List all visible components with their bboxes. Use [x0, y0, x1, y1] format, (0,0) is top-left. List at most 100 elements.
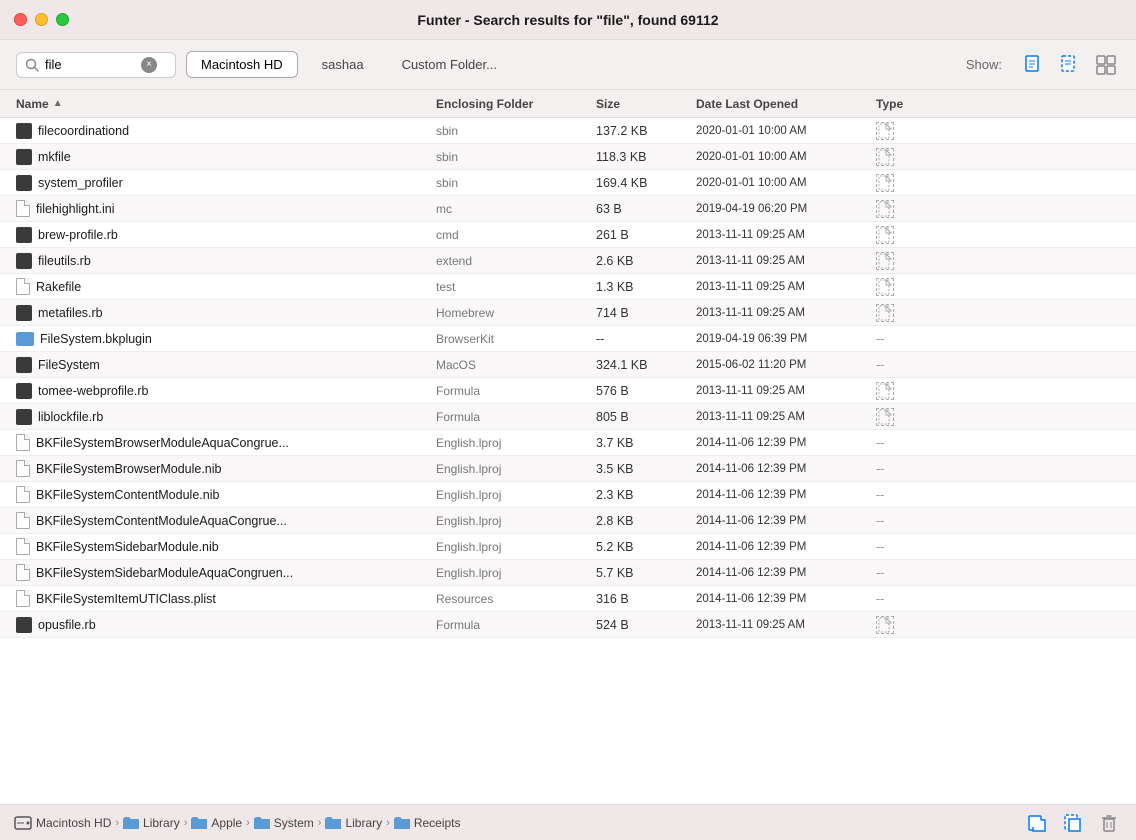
- file-name: opusfile.rb: [38, 618, 96, 632]
- cell-size: 3.5 KB: [596, 462, 696, 476]
- close-button[interactable]: [14, 13, 27, 26]
- type-icon: [876, 226, 894, 244]
- cell-date: 2014-11-06 12:39 PM: [696, 463, 876, 475]
- cell-name: FileSystem: [16, 357, 436, 373]
- col-header-folder[interactable]: Enclosing Folder: [436, 97, 596, 111]
- table-row[interactable]: tomee-webprofile.rb Formula 576 B 2013-1…: [0, 378, 1136, 404]
- cell-date: 2014-11-06 12:39 PM: [696, 489, 876, 501]
- table-row[interactable]: brew-profile.rb cmd 261 B 2013-11-11 09:…: [0, 222, 1136, 248]
- cell-type: [876, 200, 996, 218]
- cell-folder: English.lproj: [436, 566, 596, 580]
- show-grid-button[interactable]: [1092, 51, 1120, 79]
- cell-folder: test: [436, 280, 596, 294]
- reveal-file-button[interactable]: [1024, 810, 1050, 836]
- cell-date: 2014-11-06 12:39 PM: [696, 541, 876, 553]
- table-row[interactable]: FileSystem.bkplugin BrowserKit -- 2019-0…: [0, 326, 1136, 352]
- cell-size: --: [596, 332, 696, 346]
- table-row[interactable]: filecoordinationd sbin 137.2 KB 2020-01-…: [0, 118, 1136, 144]
- breadcrumb-path: Macintosh HD › Library › Apple › System …: [14, 816, 1018, 830]
- show-files-button[interactable]: [1020, 51, 1048, 79]
- doc-file-icon: [16, 434, 30, 451]
- file-name: BKFileSystemContentModule.nib: [36, 488, 219, 502]
- table-row[interactable]: BKFileSystemSidebarModule.nib English.lp…: [0, 534, 1136, 560]
- table-row[interactable]: fileutils.rb extend 2.6 KB 2013-11-11 09…: [0, 248, 1136, 274]
- file-name: BKFileSystemBrowserModule.nib: [36, 462, 222, 476]
- macintosh-hd-tab[interactable]: Macintosh HD: [186, 51, 298, 78]
- type-dash: --: [876, 514, 884, 528]
- show-hidden-button[interactable]: [1056, 51, 1084, 79]
- type-dash: --: [876, 332, 884, 346]
- cell-size: 316 B: [596, 592, 696, 606]
- cell-size: 576 B: [596, 384, 696, 398]
- table-body: filecoordinationd sbin 137.2 KB 2020-01-…: [0, 118, 1136, 804]
- col-header-name[interactable]: Name ▲: [16, 97, 436, 111]
- clear-search-button[interactable]: ×: [141, 57, 157, 73]
- table-row[interactable]: liblockfile.rb Formula 805 B 2013-11-11 …: [0, 404, 1136, 430]
- cell-folder: sbin: [436, 176, 596, 190]
- table-row[interactable]: opusfile.rb Formula 524 B 2013-11-11 09:…: [0, 612, 1136, 638]
- cell-folder: English.lproj: [436, 462, 596, 476]
- cell-size: 5.7 KB: [596, 566, 696, 580]
- cell-date: 2020-01-01 10:00 AM: [696, 151, 876, 163]
- table-row[interactable]: metafiles.rb Homebrew 714 B 2013-11-11 0…: [0, 300, 1136, 326]
- cell-date: 2013-11-11 09:25 AM: [696, 307, 876, 319]
- delete-button[interactable]: [1096, 810, 1122, 836]
- cell-size: 137.2 KB: [596, 124, 696, 138]
- file-name: BKFileSystemContentModuleAquaCongrue...: [36, 514, 287, 528]
- title-bar: Funter - Search results for "file", foun…: [0, 0, 1136, 40]
- cell-date: 2013-11-11 09:25 AM: [696, 619, 876, 631]
- file-name: Rakefile: [36, 280, 81, 294]
- table-row[interactable]: Rakefile test 1.3 KB 2013-11-11 09:25 AM: [0, 274, 1136, 300]
- table-row[interactable]: BKFileSystemBrowserModule.nib English.lp…: [0, 456, 1136, 482]
- breadcrumb-system: System: [274, 816, 314, 830]
- col-header-size[interactable]: Size: [596, 97, 696, 111]
- cell-folder: Homebrew: [436, 306, 596, 320]
- dark-file-icon: [16, 409, 32, 425]
- copy-path-button[interactable]: [1060, 810, 1086, 836]
- table-row[interactable]: mkfile sbin 118.3 KB 2020-01-01 10:00 AM: [0, 144, 1136, 170]
- type-dash: --: [876, 488, 884, 502]
- table-row[interactable]: FileSystem MacOS 324.1 KB 2015-06-02 11:…: [0, 352, 1136, 378]
- file-name: BKFileSystemSidebarModuleAquaCongruen...: [36, 566, 293, 580]
- cell-type: --: [876, 514, 996, 528]
- doc-file-icon: [16, 512, 30, 529]
- cell-type: --: [876, 436, 996, 450]
- cell-name: fileutils.rb: [16, 253, 436, 269]
- cell-name: liblockfile.rb: [16, 409, 436, 425]
- col-header-type[interactable]: Type: [876, 97, 996, 111]
- minimize-button[interactable]: [35, 13, 48, 26]
- table-header: Name ▲ Enclosing Folder Size Date Last O…: [0, 90, 1136, 118]
- custom-folder-tab[interactable]: Custom Folder...: [388, 52, 511, 77]
- col-header-date[interactable]: Date Last Opened: [696, 97, 876, 111]
- cell-type: --: [876, 462, 996, 476]
- hdd-icon: [14, 816, 32, 830]
- cell-date: 2013-11-11 09:25 AM: [696, 411, 876, 423]
- cell-type: [876, 616, 996, 634]
- doc-file-icon: [16, 278, 30, 295]
- search-input[interactable]: [45, 57, 135, 72]
- cell-folder: Formula: [436, 410, 596, 424]
- cell-name: mkfile: [16, 149, 436, 165]
- sashaa-tab[interactable]: sashaa: [308, 52, 378, 77]
- table-row[interactable]: BKFileSystemContentModuleAquaCongrue... …: [0, 508, 1136, 534]
- breadcrumb-library2: Library: [345, 816, 382, 830]
- cell-folder: English.lproj: [436, 488, 596, 502]
- table-row[interactable]: BKFileSystemContentModule.nib English.lp…: [0, 482, 1136, 508]
- dark-file-icon: [16, 123, 32, 139]
- cell-type: [876, 174, 996, 192]
- cell-date: 2014-11-06 12:39 PM: [696, 437, 876, 449]
- table-row[interactable]: BKFileSystemSidebarModuleAquaCongruen...…: [0, 560, 1136, 586]
- show-label: Show:: [966, 57, 1002, 72]
- apple-folder-icon: [191, 816, 207, 829]
- dark-file-icon: [16, 357, 32, 373]
- table-row[interactable]: BKFileSystemBrowserModuleAquaCongrue... …: [0, 430, 1136, 456]
- maximize-button[interactable]: [56, 13, 69, 26]
- file-name: mkfile: [38, 150, 71, 164]
- cell-date: 2014-11-06 12:39 PM: [696, 515, 876, 527]
- cell-date: 2013-11-11 09:25 AM: [696, 255, 876, 267]
- table-row[interactable]: BKFileSystemItemUTIClass.plist Resources…: [0, 586, 1136, 612]
- table-row[interactable]: system_profiler sbin 169.4 KB 2020-01-01…: [0, 170, 1136, 196]
- type-icon: [876, 252, 894, 270]
- doc-file-icon: [16, 200, 30, 217]
- table-row[interactable]: filehighlight.ini mc 63 B 2019-04-19 06:…: [0, 196, 1136, 222]
